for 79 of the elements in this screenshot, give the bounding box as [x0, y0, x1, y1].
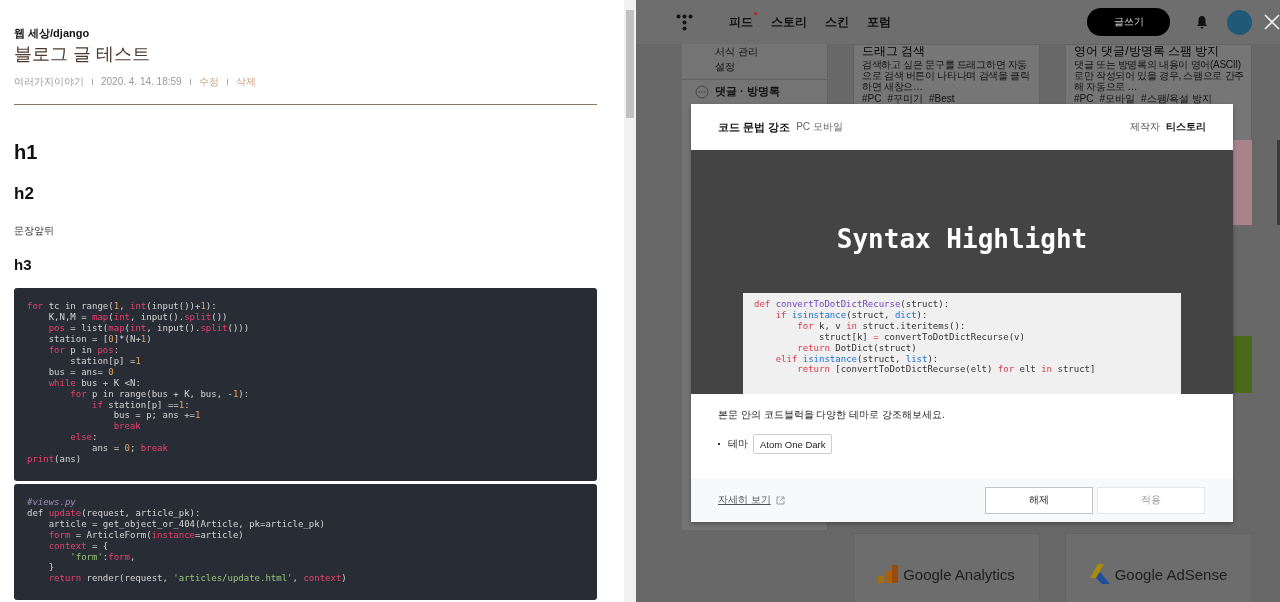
code-line: for p in range(bus + K, bus, -1):	[69, 388, 251, 400]
card-title: 영어 댓글/방명록 스팸 방지	[1074, 45, 1221, 58]
code-line: return DotDict(struct)	[796, 342, 918, 354]
heading: h3	[14, 256, 33, 275]
post-action-link[interactable]: 수정	[198, 76, 219, 88]
code-line: if station[p] ==1:	[91, 399, 191, 411]
code-line: station = [0]*(N+1)	[47, 334, 153, 345]
post-action-link[interactable]: 삭제	[235, 76, 256, 88]
code-line: def update(request, article_pk):	[27, 507, 202, 519]
sidebar-item[interactable]: 서식 관리	[715, 44, 827, 59]
code-line: while bus + K <N:	[47, 377, 142, 389]
code-line: pos = list(map(int, input().split()))	[47, 323, 251, 335]
dialog-description: 본문 안의 코드블럭을 다양한 테마로 강조해보세요.	[718, 408, 946, 422]
card-tag: #PC	[1074, 93, 1094, 104]
code-line: print(ans)	[27, 454, 83, 465]
plugin-card[interactable]: Google AdSense	[1065, 533, 1252, 602]
card-tag: #꾸미기	[887, 93, 923, 104]
code-line: bus = ans= 0	[47, 366, 115, 378]
card-title: Google Analytics	[903, 565, 1015, 583]
card-title: 드래그 검색	[862, 45, 927, 58]
post-title: 블로그 글 테스트	[14, 43, 151, 66]
chat-icon	[695, 84, 709, 99]
post-category[interactable]: 웹 세상/django	[14, 26, 597, 40]
nav-link[interactable]: 피드	[729, 13, 753, 31]
card-tag: #PC	[862, 93, 882, 104]
close-icon[interactable]	[1264, 14, 1280, 30]
code-line: for p in pos:	[47, 345, 121, 356]
code-line: else:	[69, 432, 99, 444]
code-line: context = {	[47, 540, 110, 552]
code-line: #views.py	[27, 497, 77, 508]
bell-icon[interactable]	[1196, 15, 1208, 29]
code-line: }	[47, 562, 56, 574]
code-line: break	[112, 421, 142, 433]
code-line: for k, v in struct.iteritems():	[796, 320, 967, 332]
preview-heading: Syntax Highlight	[836, 224, 1088, 254]
code-line: if isinstance(struct, dict):	[774, 309, 929, 321]
code-line: return render(request, 'articles/update.html', context)	[47, 573, 348, 585]
nav-link[interactable]: 스토리	[771, 13, 807, 31]
sidebar-item[interactable]: 설정	[715, 59, 827, 74]
nav-link[interactable]: 포럼	[867, 13, 891, 31]
maker-name: 티스토리	[1166, 120, 1206, 134]
details-link[interactable]: 자세히 보기	[718, 493, 771, 507]
card-description: 검색하고 싶은 문구를 드래그하면 자동으로 검색 버튼이 나타나며 검색을 클릭하면 새창으…	[862, 59, 1031, 92]
code-line: elif isinstance(struct, list):	[774, 353, 940, 365]
option-label: 테마	[728, 437, 748, 451]
scrollbar[interactable]	[624, 0, 636, 602]
code-line: return [convertToDotDictRecurse(elt) for elt in struct]	[796, 364, 1097, 376]
nav-link[interactable]: 스킨	[825, 13, 849, 31]
write-button[interactable]: 글쓰기	[1087, 8, 1170, 36]
post-meta: 여러가지이야기	[14, 76, 84, 88]
code-line: for tc in range(1, int(input())+1):	[27, 301, 218, 313]
card-tag: #모바일	[1099, 93, 1135, 104]
card-tag: #스팸/욕설 방지	[1141, 93, 1213, 104]
paragraph: 문장앞뒤	[14, 224, 55, 239]
heading: h2	[14, 184, 35, 205]
code-line: K,N,M = map(int, input().split())	[47, 312, 229, 324]
code-line: def convertToDotDictRecurse(struct):	[754, 299, 951, 310]
dialog-button[interactable]: 해제	[985, 486, 1093, 514]
plugin-card[interactable]: Google Analytics	[853, 533, 1040, 602]
logo-icon[interactable]	[676, 13, 693, 31]
code-line: ans = 0; break	[91, 443, 169, 455]
heading: h1	[14, 140, 39, 164]
maker-label: 제작자	[1130, 120, 1160, 134]
theme-select[interactable]: Atom One Dark	[753, 434, 833, 454]
card-title: Google AdSense	[1114, 565, 1228, 583]
post-meta: 2020. 4. 14. 18:59	[101, 76, 182, 88]
code-line: bus = p; ans +=1	[112, 410, 202, 422]
platform-label: PC 모바일	[796, 120, 843, 134]
bar-chart-icon	[878, 565, 899, 583]
code-line: 'form':form,	[69, 551, 137, 563]
code-line: article = get_object_or_404(Article, pk=article_pk)	[47, 518, 326, 530]
code-line: station[p] =1	[69, 355, 142, 367]
code-line: form = ArticleForm(instance=article)	[47, 529, 245, 541]
sidebar-section-title: 댓글 · 방명록	[715, 84, 780, 99]
card-description: 댓글 또는 방명록의 내용이 영어(ASCII)로만 작성되어 있을 경우, 스팸으로 간주해 자동으로 …	[1074, 59, 1245, 92]
external-link-icon	[775, 495, 785, 505]
code-line: struct[k] = convertToDotDictRecurse(v)	[818, 331, 1026, 343]
dialog-title: 코드 문법 강조	[718, 119, 791, 135]
card-tag: #Best	[929, 93, 955, 104]
